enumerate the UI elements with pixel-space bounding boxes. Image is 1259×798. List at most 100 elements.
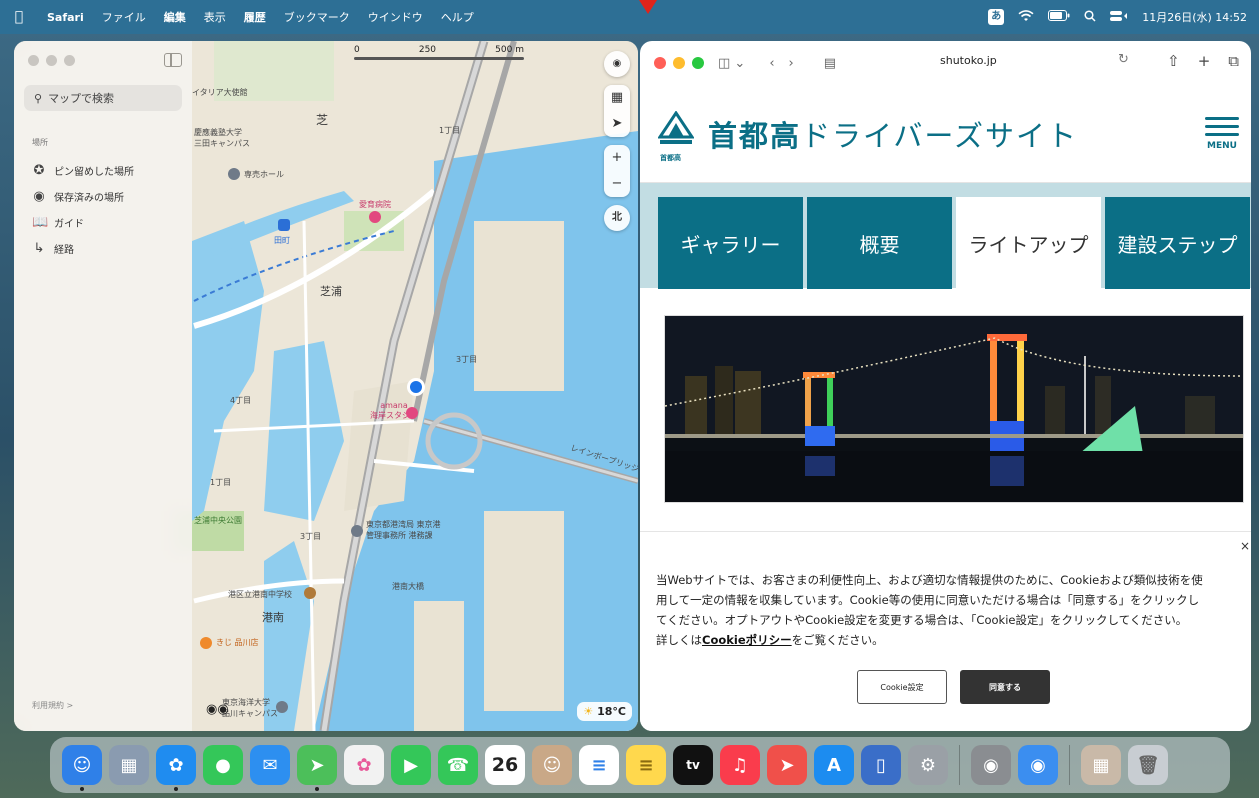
mail-icon[interactable]: ✉: [250, 745, 290, 785]
sidebar-toggle-icon[interactable]: [164, 53, 182, 67]
sidebar-item-pinned[interactable]: ✪ ピン留めした場所: [32, 157, 134, 183]
menu-window[interactable]: ウインドウ: [359, 9, 432, 25]
safari-window: ◫ ⌄ ‹ › ▤ shutoko.jp ↻ ⇧ + ⧉ 首都高 首都高ドライバ…: [640, 41, 1251, 731]
office-marker-icon[interactable]: [351, 525, 363, 537]
map-label-3chome-b: 3丁目: [300, 532, 322, 541]
zoom-in-button[interactable]: +: [612, 145, 623, 171]
tab-overview[interactable]: 概要: [807, 197, 952, 289]
map-label-port-office: 東京都港湾局 東京港 管理事務所 港務課: [366, 520, 441, 540]
wifi-icon[interactable]: [1018, 9, 1034, 25]
bridge-night-photo: [664, 315, 1244, 503]
music-icon[interactable]: ♫: [720, 745, 760, 785]
finder-icon[interactable]: ☺: [62, 745, 102, 791]
sidebar-toggle-icon[interactable]: ◫ ⌄: [718, 56, 745, 71]
tab-gallery[interactable]: ギャラリー: [658, 197, 803, 289]
train-station-icon[interactable]: [278, 219, 290, 231]
sidebar-item-guides[interactable]: 📖 ガイド: [32, 209, 134, 235]
minimize-window-icon[interactable]: [673, 57, 685, 69]
menubar-datetime[interactable]: 11月26日(水) 14:52: [1142, 9, 1247, 25]
cookie-agree-button[interactable]: 同意する: [960, 670, 1050, 704]
address-bar[interactable]: shutoko.jp: [940, 54, 997, 67]
tab-construction-steps[interactable]: 建設ステップ: [1105, 197, 1250, 289]
sidebar-item-routes[interactable]: ↳ 経路: [32, 235, 134, 261]
apple-icon[interactable]: : [0, 9, 38, 25]
search-icon: ⚲: [34, 91, 43, 105]
safari-icon[interactable]: ✿: [156, 745, 196, 791]
restaurant-marker-icon[interactable]: [200, 637, 212, 649]
spotlight-search-icon[interactable]: [1084, 9, 1096, 25]
hospital-marker-icon[interactable]: [369, 211, 381, 223]
reload-icon[interactable]: ↻: [1118, 52, 1129, 67]
site-title[interactable]: 首都高ドライバーズサイト: [708, 113, 1078, 155]
map-search-field[interactable]: ⚲ マップで検索: [24, 85, 182, 111]
menu-button[interactable]: MENU: [1205, 117, 1239, 151]
map-label-tamachi: 田町: [274, 236, 290, 245]
zoom-out-button[interactable]: −: [612, 171, 623, 197]
menu-app-name[interactable]: Safari: [38, 11, 93, 24]
university-marker-icon[interactable]: [276, 701, 288, 713]
cookie-policy-link[interactable]: Cookieポリシー: [702, 633, 792, 647]
sidebar-item-label: 保存済みの場所: [54, 192, 124, 204]
input-method-indicator[interactable]: あ: [988, 9, 1005, 25]
settings-icon[interactable]: ⚙: [908, 745, 948, 785]
back-icon[interactable]: ‹: [769, 56, 774, 71]
control-center-icon[interactable]: [1110, 10, 1128, 25]
location-icon[interactable]: ◉: [604, 51, 630, 77]
screenshot-icon[interactable]: ◉: [971, 745, 1011, 785]
school-marker-icon[interactable]: [304, 587, 316, 599]
app-store-icon[interactable]: A: [814, 745, 854, 785]
hall-marker-icon[interactable]: [228, 168, 240, 180]
zoom-window-icon[interactable]: [64, 55, 75, 66]
look-around-binoculars-icon[interactable]: ◉◉: [206, 702, 229, 717]
tab-overview-icon[interactable]: ⧉: [1228, 52, 1239, 70]
menu-edit[interactable]: 編集: [155, 9, 195, 25]
simulator-icon[interactable]: ▯: [861, 745, 901, 785]
terms-link[interactable]: 利用規約 >: [32, 700, 73, 711]
close-window-icon[interactable]: [654, 57, 666, 69]
battery-icon[interactable]: [1048, 10, 1070, 24]
cookie-text-line: 詳しくはCookieポリシーをご覧ください。: [656, 630, 1246, 650]
menu-history[interactable]: 履歴: [235, 9, 275, 25]
disk-utility-icon[interactable]: ◉: [1018, 745, 1058, 785]
shutoko-logo-icon[interactable]: [658, 111, 694, 151]
maps-icon[interactable]: ➤: [297, 745, 337, 791]
close-icon[interactable]: ×: [1240, 539, 1250, 553]
cookie-consent-text: 当Webサイトでは、お客さまの利便性向上、および適切な情報提供のために、Cook…: [656, 570, 1246, 650]
rocket-icon[interactable]: ➤: [767, 745, 807, 785]
reminders-icon[interactable]: ≡: [579, 745, 619, 785]
menu-file[interactable]: ファイル: [93, 9, 155, 25]
contacts-icon[interactable]: ☺: [532, 745, 572, 785]
menu-help[interactable]: ヘルプ: [432, 9, 483, 25]
new-tab-icon[interactable]: +: [1198, 52, 1211, 70]
menu-bookmarks[interactable]: ブックマーク: [275, 9, 359, 25]
trash-icon[interactable]: 🗑: [1128, 745, 1168, 785]
places-list: ✪ ピン留めした場所 ◉ 保存済みの場所 📖 ガイド ↳ 経路: [32, 157, 134, 261]
map-mode-icon[interactable]: ▦: [611, 85, 623, 111]
phone-icon[interactable]: ☎: [438, 745, 478, 785]
messages-icon[interactable]: ●: [203, 745, 243, 785]
tab-lightup[interactable]: ライトアップ: [956, 197, 1101, 289]
menu-bar:  Safari ファイル 編集 表示 履歴 ブックマーク ウインドウ ヘルプ …: [0, 0, 1259, 34]
notes-icon[interactable]: ≡: [626, 745, 666, 785]
page-menu-icon[interactable]: ▤: [824, 56, 836, 71]
launchpad-icon[interactable]: ▦: [109, 745, 149, 785]
studio-marker-icon[interactable]: [406, 407, 418, 419]
facetime-icon[interactable]: ▶: [391, 745, 431, 785]
share-icon[interactable]: ⇧: [1167, 52, 1180, 70]
sidebar-item-saved[interactable]: ◉ 保存済みの場所: [32, 183, 134, 209]
calendar-icon[interactable]: 26: [485, 745, 525, 785]
minimize-window-icon[interactable]: [46, 55, 57, 66]
cookie-consent-banner: 当Webサイトでは、お客さまの利便性向上、および適切な情報提供のために、Cook…: [640, 531, 1251, 731]
tv-icon[interactable]: tv: [673, 745, 713, 785]
map-scale: 0 250 500 m: [354, 45, 524, 60]
zoom-window-icon[interactable]: [692, 57, 704, 69]
guide-book-icon: 📖: [32, 214, 49, 230]
menu-view[interactable]: 表示: [195, 9, 235, 25]
map-thumbnail-icon[interactable]: ▦: [1081, 745, 1121, 785]
forward-icon[interactable]: ›: [789, 56, 794, 71]
close-window-icon[interactable]: [28, 55, 39, 66]
compass-north-button[interactable]: 北: [604, 205, 630, 231]
current-location-arrow-icon[interactable]: ➤: [612, 111, 623, 137]
photos-icon[interactable]: ✿: [344, 745, 384, 785]
cookie-settings-button[interactable]: Cookie設定: [857, 670, 947, 704]
